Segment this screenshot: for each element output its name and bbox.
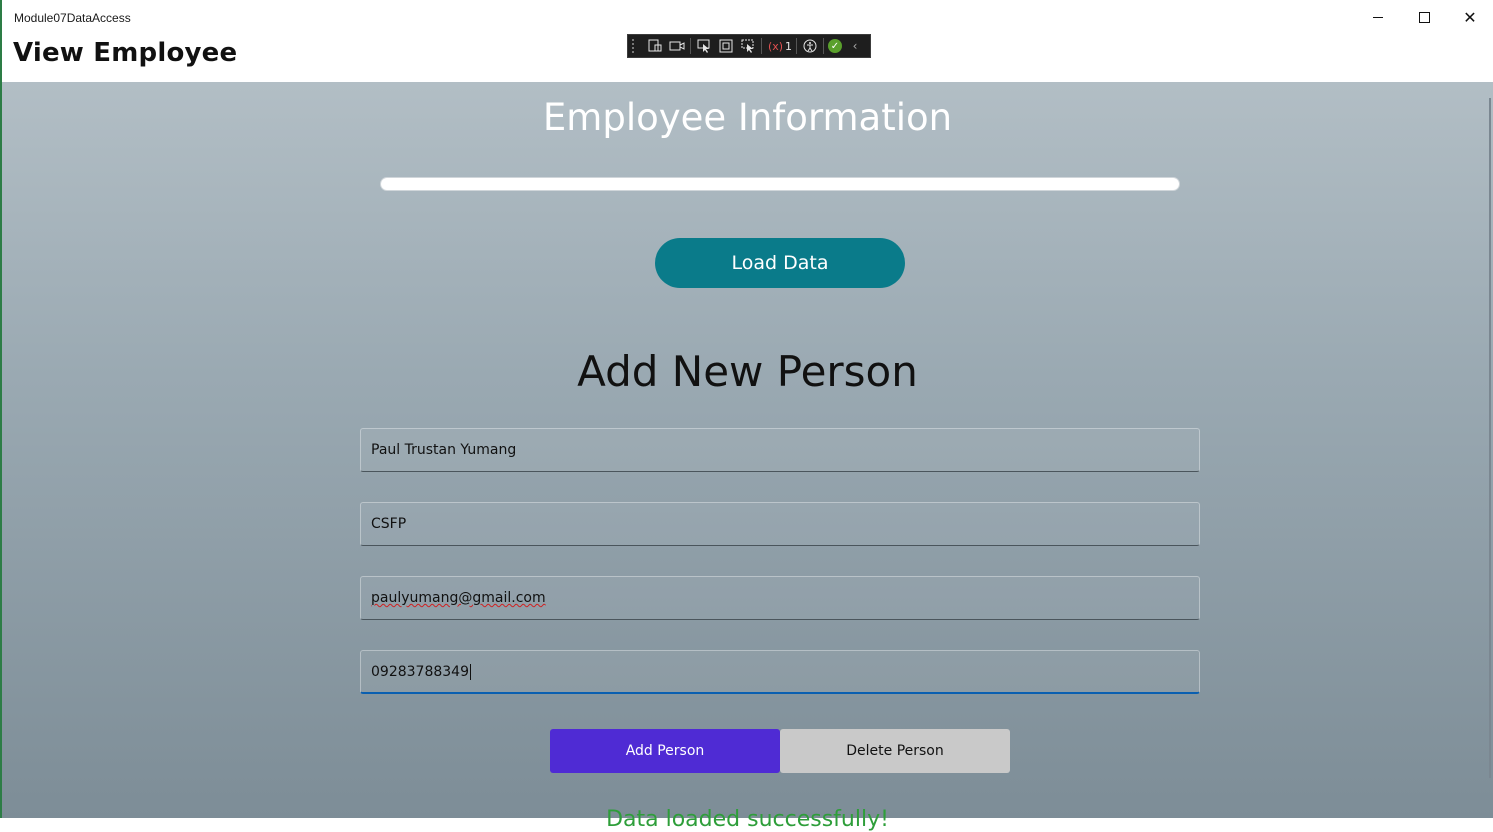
load-data-button[interactable]: Load Data xyxy=(655,238,905,288)
svg-text:(x): (x) xyxy=(768,40,782,53)
collapse-chevron-icon[interactable]: ‹ xyxy=(846,38,864,54)
close-button[interactable]: ✕ xyxy=(1447,0,1493,34)
record-icon[interactable] xyxy=(668,38,686,54)
phone-field-value: 09283788349 xyxy=(371,663,469,680)
page-header: View Employee xyxy=(13,38,238,68)
main-content: Employee Information Load Data Add New P… xyxy=(2,82,1493,832)
binding-failures-icon[interactable]: (x) xyxy=(766,38,784,54)
add-new-person-title: Add New Person xyxy=(577,347,918,396)
email-field-value: paulyumang@gmail.com xyxy=(371,590,546,606)
hot-reload-check-icon[interactable]: ✓ xyxy=(828,39,842,53)
phone-field[interactable]: 09283788349 xyxy=(360,650,1200,694)
title-bar: Module07DataAccess ✕ xyxy=(2,0,1493,36)
minimize-button[interactable] xyxy=(1355,0,1401,34)
app-title: Module07DataAccess xyxy=(14,11,131,25)
toolbar-separator xyxy=(796,38,797,54)
accessibility-icon[interactable] xyxy=(801,38,819,54)
status-message: Data loaded successfully! xyxy=(606,807,889,832)
close-icon: ✕ xyxy=(1463,7,1477,27)
minimize-icon xyxy=(1373,16,1383,18)
maximize-icon xyxy=(1418,11,1430,23)
employee-information-title: Employee Information xyxy=(542,96,953,139)
maximize-button[interactable] xyxy=(1401,0,1447,34)
live-visual-tree-icon[interactable] xyxy=(646,38,664,54)
add-person-button[interactable]: Add Person xyxy=(550,729,780,773)
binding-failure-count: 1 xyxy=(785,39,792,53)
toolbar-grip-icon[interactable] xyxy=(632,39,638,53)
track-focus-icon[interactable] xyxy=(739,38,757,54)
xaml-debug-toolbar: (x) 1 ✓ ‹ xyxy=(627,34,871,58)
select-element-icon[interactable] xyxy=(695,38,713,54)
name-field[interactable]: Paul Trustan Yumang xyxy=(360,428,1200,472)
company-field[interactable]: CSFP xyxy=(360,502,1200,546)
delete-person-button[interactable]: Delete Person xyxy=(780,729,1010,773)
display-layout-adorners-icon[interactable] xyxy=(717,38,735,54)
company-field-value: CSFP xyxy=(371,516,407,532)
email-field[interactable]: paulyumang@gmail.com xyxy=(360,576,1200,620)
load-progress-bar xyxy=(380,177,1180,191)
app-window: Module07DataAccess ✕ View Employee (x) 1 xyxy=(0,0,1493,832)
name-field-value: Paul Trustan Yumang xyxy=(371,442,517,458)
toolbar-separator xyxy=(690,38,691,54)
toolbar-separator xyxy=(761,38,762,54)
scrollbar[interactable] xyxy=(1489,98,1491,778)
text-caret xyxy=(469,663,471,680)
toolbar-separator xyxy=(823,38,824,54)
